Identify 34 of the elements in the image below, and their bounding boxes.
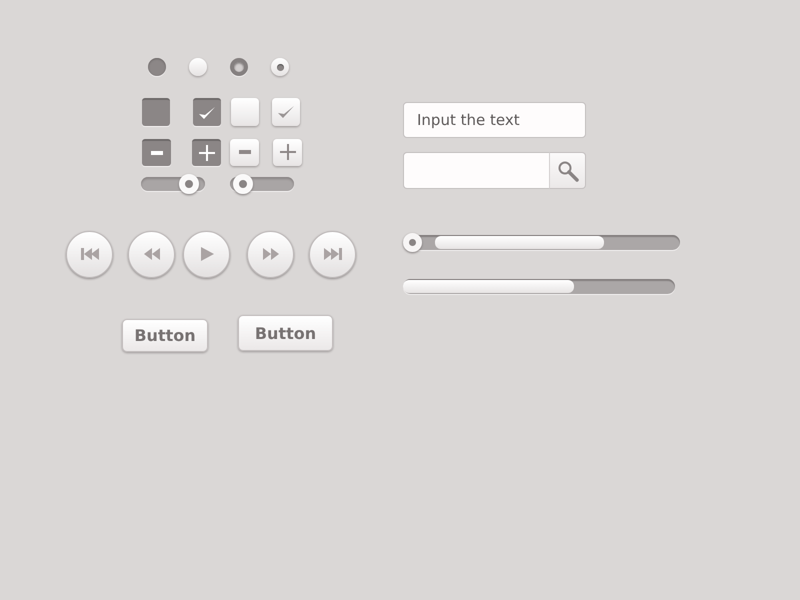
skip-forward-icon: [322, 246, 342, 262]
play-button[interactable]: [183, 230, 230, 278]
fast-forward-icon: [260, 246, 280, 262]
checkmark-icon: [197, 104, 217, 120]
skip-back-button[interactable]: [66, 230, 113, 278]
checkbox[interactable]: [272, 98, 300, 126]
radio-button[interactable]: [189, 58, 207, 76]
slider-thumb[interactable]: [178, 174, 199, 194]
skip-back-icon: [80, 246, 100, 262]
minus-button[interactable]: [142, 138, 171, 166]
button[interactable]: Button: [238, 315, 333, 351]
search-icon: [556, 160, 578, 182]
minus-button[interactable]: [230, 138, 259, 166]
checkbox[interactable]: [231, 98, 259, 126]
rewind-button[interactable]: [128, 230, 175, 278]
plus-icon: [280, 144, 296, 160]
radio-button[interactable]: [230, 58, 248, 76]
checkbox[interactable]: [142, 98, 170, 126]
text-field[interactable]: Input the text: [403, 102, 586, 138]
checkbox[interactable]: [193, 98, 221, 126]
fast-forward-button[interactable]: [247, 230, 294, 278]
radio-button[interactable]: [148, 58, 166, 76]
plus-icon: [198, 145, 214, 161]
button[interactable]: Button: [122, 319, 208, 352]
plus-button[interactable]: [192, 138, 221, 166]
seek-bar-thumb[interactable]: [403, 233, 422, 252]
skip-forward-button[interactable]: [309, 230, 356, 278]
slider-thumb[interactable]: [232, 174, 253, 194]
plus-button[interactable]: [273, 138, 302, 166]
checkmark-icon: [276, 104, 296, 120]
rewind-icon: [142, 246, 162, 262]
search-button[interactable]: [549, 152, 586, 189]
search-field[interactable]: [403, 152, 549, 189]
radio-button[interactable]: [271, 58, 289, 76]
